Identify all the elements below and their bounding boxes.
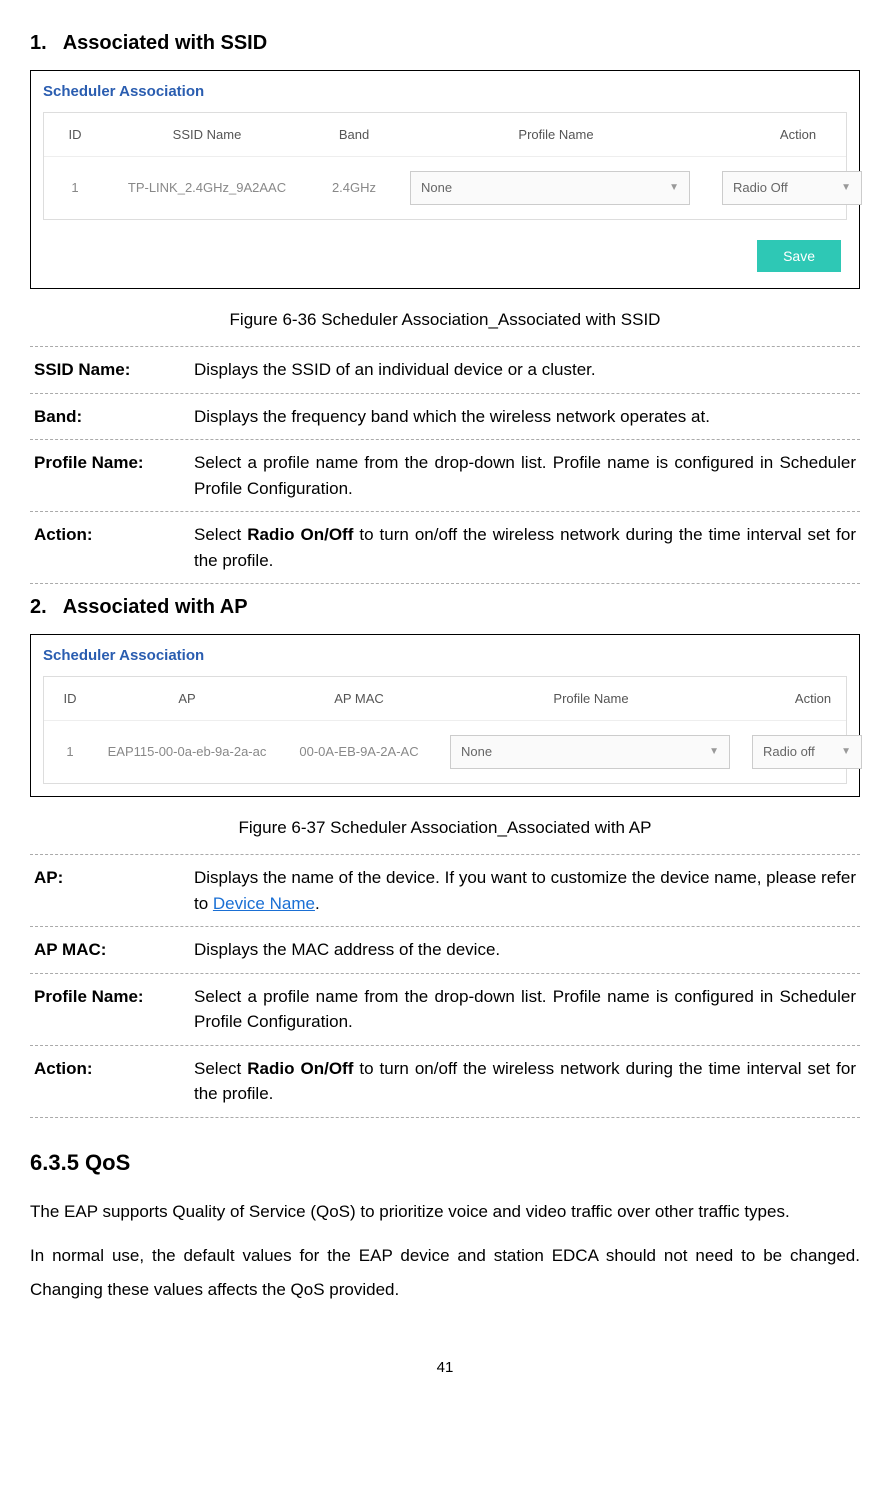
ssid-table: ID SSID Name Band Profile Name Action 1 … — [43, 112, 847, 220]
def-label: AP: — [34, 865, 194, 916]
cell-ssid: TP-LINK_2.4GHz_9A2AAC — [106, 174, 308, 202]
cell-id: 1 — [44, 174, 106, 202]
qos-heading: 6.3.5 QoS — [30, 1146, 860, 1179]
def-row-action: Action: Select Radio On/Off to turn on/o… — [30, 511, 860, 584]
section-heading-2: 2. Associated with AP — [30, 592, 860, 622]
ssid-table-header: ID SSID Name Band Profile Name Action — [44, 113, 846, 158]
cell-action: Radio off ▼ — [742, 731, 884, 773]
def-label: Band: — [34, 404, 194, 430]
def-row-ap: AP: Displays the name of the device. If … — [30, 854, 860, 926]
def-row-apmac: AP MAC: Displays the MAC address of the … — [30, 926, 860, 973]
ap-table-header: ID AP AP MAC Profile Name Action — [44, 677, 846, 722]
col-ssid-name: SSID Name — [106, 113, 308, 157]
ssid-table-row: 1 TP-LINK_2.4GHz_9A2AAC 2.4GHz None ▼ Ra… — [44, 157, 846, 219]
def-desc: Displays the SSID of an individual devic… — [194, 357, 856, 383]
chevron-down-icon: ▼ — [841, 180, 851, 195]
action-select-value: Radio off — [763, 742, 815, 762]
def-label: SSID Name: — [34, 357, 194, 383]
action-select[interactable]: Radio Off ▼ — [722, 171, 862, 205]
cell-action: Radio Off ▼ — [712, 167, 884, 209]
def-row-ssid-name: SSID Name: Displays the SSID of an indiv… — [30, 346, 860, 393]
profile-select[interactable]: None ▼ — [450, 735, 730, 769]
profile-select-value: None — [421, 178, 452, 198]
chevron-down-icon: ▼ — [669, 180, 679, 195]
def-row-action2: Action: Select Radio On/Off to turn on/o… — [30, 1045, 860, 1118]
qos-paragraph-2: In normal use, the default values for th… — [30, 1239, 860, 1307]
section-number-1: 1. — [30, 32, 47, 54]
col-ap: AP — [96, 677, 278, 721]
panel-title-ssid: Scheduler Association — [31, 79, 859, 112]
def-row-band: Band: Displays the frequency band which … — [30, 393, 860, 440]
figure-ap-screenshot: Scheduler Association ID AP AP MAC Profi… — [30, 634, 860, 797]
chevron-down-icon: ▼ — [709, 744, 719, 759]
col-id: ID — [44, 113, 106, 157]
col-id: ID — [44, 677, 96, 721]
col-action: Action — [742, 677, 884, 721]
section-heading-1: 1. Associated with SSID — [30, 28, 860, 58]
profile-select-value: None — [461, 742, 492, 762]
def-row-profile2: Profile Name: Select a profile name from… — [30, 973, 860, 1045]
def-row-profile: Profile Name: Select a profile name from… — [30, 439, 860, 511]
action-select-value: Radio Off — [733, 178, 788, 198]
def-desc: Displays the name of the device. If you … — [194, 865, 856, 916]
figure-caption-1: Figure 6-36 Scheduler Association_Associ… — [30, 307, 860, 333]
def-list-ap: AP: Displays the name of the device. If … — [30, 854, 860, 1118]
action-select[interactable]: Radio off ▼ — [752, 735, 862, 769]
col-profile: Profile Name — [400, 113, 712, 157]
def-label: AP MAC: — [34, 937, 194, 963]
chevron-down-icon: ▼ — [841, 744, 851, 759]
section-number-2: 2. — [30, 596, 47, 618]
ap-table: ID AP AP MAC Profile Name Action 1 EAP11… — [43, 676, 847, 784]
qos-paragraph-1: The EAP supports Quality of Service (QoS… — [30, 1195, 860, 1229]
section-title-2: Associated with AP — [63, 596, 248, 618]
def-desc: Displays the MAC address of the device. — [194, 937, 856, 963]
cell-profile: None ▼ — [400, 167, 712, 209]
col-band: Band — [308, 113, 400, 157]
col-action: Action — [712, 113, 884, 157]
cell-mac: 00-0A-EB-9A-2A-AC — [278, 738, 440, 766]
def-list-ssid: SSID Name: Displays the SSID of an indiv… — [30, 346, 860, 584]
figure-ssid-screenshot: Scheduler Association ID SSID Name Band … — [30, 70, 860, 289]
col-mac: AP MAC — [278, 677, 440, 721]
profile-select[interactable]: None ▼ — [410, 171, 690, 205]
cell-profile: None ▼ — [440, 731, 742, 773]
def-desc: Select Radio On/Off to turn on/off the w… — [194, 522, 856, 573]
col-profile: Profile Name — [440, 677, 742, 721]
panel-title-ap: Scheduler Association — [31, 643, 859, 676]
def-label: Profile Name: — [34, 984, 194, 1035]
device-name-link[interactable]: Device Name — [213, 894, 315, 913]
def-desc: Displays the frequency band which the wi… — [194, 404, 856, 430]
page-number: 41 — [30, 1357, 860, 1380]
def-label: Action: — [34, 1056, 194, 1107]
def-desc: Select a profile name from the drop-down… — [194, 984, 856, 1035]
figure-caption-2: Figure 6-37 Scheduler Association_Associ… — [30, 815, 860, 841]
cell-band: 2.4GHz — [308, 174, 400, 202]
cell-id: 1 — [44, 738, 96, 766]
def-desc: Select a profile name from the drop-down… — [194, 450, 856, 501]
section-title-1: Associated with SSID — [63, 32, 268, 54]
ap-table-row: 1 EAP115-00-0a-eb-9a-2a-ac 00-0A-EB-9A-2… — [44, 721, 846, 783]
def-desc: Select Radio On/Off to turn on/off the w… — [194, 1056, 856, 1107]
cell-ap: EAP115-00-0a-eb-9a-2a-ac — [96, 738, 278, 766]
def-label: Profile Name: — [34, 450, 194, 501]
save-button[interactable]: Save — [757, 240, 841, 272]
def-label: Action: — [34, 522, 194, 573]
